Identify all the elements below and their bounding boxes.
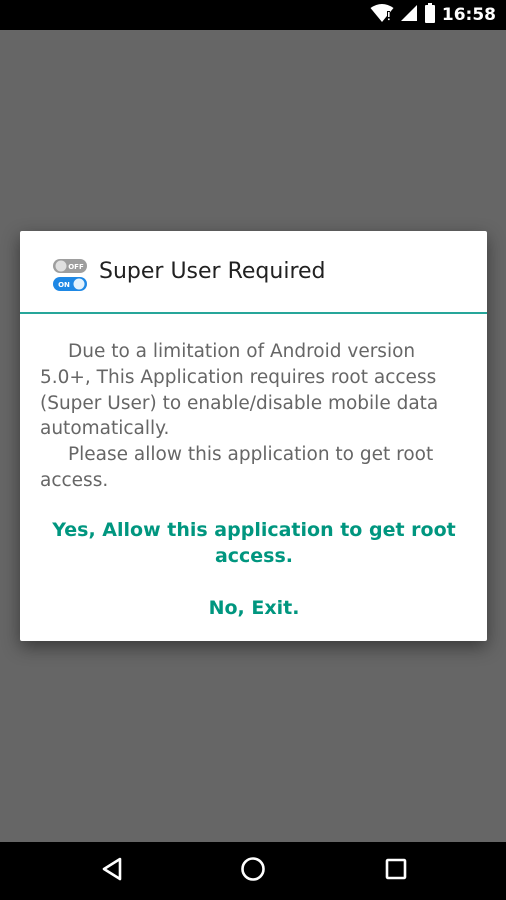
recents-icon xyxy=(385,858,407,884)
dialog-header: OFF ON Super User Required xyxy=(20,231,487,312)
back-icon xyxy=(101,857,123,885)
status-bar: 16:58 xyxy=(0,0,506,30)
status-time: 16:58 xyxy=(441,5,496,25)
title-divider xyxy=(20,312,487,314)
message-line: automatically. xyxy=(40,418,170,440)
home-button[interactable] xyxy=(238,856,268,886)
message-line: 5.0+, This Application requires root acc… xyxy=(40,366,437,388)
allow-button-label-line2: access. xyxy=(214,545,294,567)
exit-button[interactable]: No, Exit. xyxy=(40,595,468,621)
message-line: Please allow this application to get roo… xyxy=(68,444,434,466)
status-icons: 16:58 xyxy=(370,0,496,30)
navigation-bar xyxy=(0,842,506,900)
message-line: access. xyxy=(40,469,109,491)
dialog-message: Due to a limitation of Android version 5… xyxy=(40,339,468,494)
battery-icon xyxy=(424,3,436,27)
dialog-title: Super User Required xyxy=(99,259,326,284)
allow-button-label-line1: Yes, Allow this application to get root xyxy=(52,519,456,541)
toggle-off-label: OFF xyxy=(68,263,84,271)
home-icon xyxy=(240,856,266,886)
message-line: Due to a limitation of Android version xyxy=(68,341,416,362)
wifi-icon xyxy=(370,3,394,27)
super-user-dialog: OFF ON Super User Required Due to a limi… xyxy=(20,231,487,641)
toggle-on-label: ON xyxy=(58,281,70,289)
recents-button[interactable] xyxy=(381,856,411,886)
allow-root-access-button[interactable]: Yes, Allow this application to get root … xyxy=(40,517,468,569)
back-button[interactable] xyxy=(97,856,127,886)
signal-icon xyxy=(400,4,418,26)
message-line: (Super User) to enable/disable mobile da… xyxy=(40,392,439,414)
toggle-switch-icon: OFF ON xyxy=(52,257,88,293)
